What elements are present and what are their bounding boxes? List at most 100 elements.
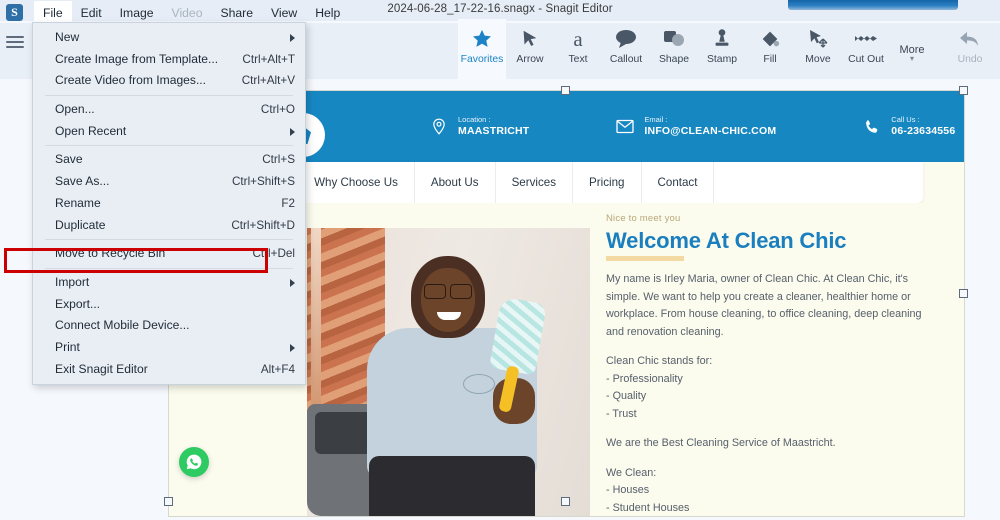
menu-item-connect-mobile-device[interactable]: Connect Mobile Device... bbox=[33, 315, 305, 337]
snagit-logo-icon: S bbox=[6, 4, 23, 21]
undo-icon bbox=[958, 25, 982, 53]
menu-item-label: Import bbox=[55, 274, 90, 289]
tool-stamp[interactable]: Stamp bbox=[698, 19, 746, 79]
chevron-down-icon: ▾ bbox=[909, 53, 914, 63]
hero-title: Welcome At Clean Chic bbox=[606, 228, 847, 253]
submenu-arrow-icon bbox=[290, 127, 295, 136]
menu-item-open-recent[interactable]: Open Recent bbox=[33, 121, 305, 143]
menu-item-create-video-from-images[interactable]: Create Video from Images... Ctrl+Alt+V bbox=[33, 70, 305, 92]
hamburger-icon[interactable] bbox=[6, 35, 24, 49]
tool-text[interactable]: a Text bbox=[554, 19, 602, 79]
cutout-icon bbox=[853, 25, 879, 53]
undo-button[interactable]: Undo bbox=[946, 19, 994, 79]
tool-shape[interactable]: Shape bbox=[650, 19, 698, 79]
callout-icon bbox=[614, 25, 638, 53]
nav-item-services[interactable]: Services bbox=[496, 162, 574, 203]
menu-share[interactable]: Share bbox=[211, 2, 262, 24]
move-icon bbox=[806, 25, 830, 53]
hero-eyebrow: Nice to meet you bbox=[606, 213, 681, 224]
selection-handle-middle-right[interactable] bbox=[959, 289, 968, 298]
menu-item-save[interactable]: Save Ctrl+S bbox=[33, 149, 305, 171]
tool-callout[interactable]: Callout bbox=[602, 19, 650, 79]
submenu-arrow-icon bbox=[290, 278, 295, 287]
more-tools-button[interactable]: More ▾ bbox=[890, 9, 934, 79]
tool-label: Text bbox=[568, 54, 588, 65]
stands-for-item: - Professionality bbox=[606, 372, 683, 385]
envelope-icon bbox=[615, 117, 635, 137]
we-clean-item: - Houses bbox=[606, 484, 650, 496]
selection-handle-bottom-center[interactable] bbox=[561, 497, 570, 506]
file-menu-dropdown: New Create Image from Template... Ctrl+A… bbox=[32, 22, 306, 386]
menu-item-create-image-from-template[interactable]: Create Image from Template... Ctrl+Alt+T bbox=[33, 49, 305, 71]
menu-item-save-as[interactable]: Save As... Ctrl+Shift+S bbox=[33, 171, 305, 193]
stands-for-item: - Trust bbox=[606, 407, 637, 420]
nav-item-contact[interactable]: Contact bbox=[642, 162, 715, 203]
menu-item-shortcut: F2 bbox=[281, 196, 295, 210]
tool-label: Arrow bbox=[516, 54, 544, 65]
site-contact-row: Location : MAASTRICHT Email : INFO@CLEAN… bbox=[429, 115, 955, 138]
menu-item-duplicate[interactable]: Duplicate Ctrl+Shift+D bbox=[33, 215, 305, 237]
tool-arrow[interactable]: Arrow bbox=[506, 19, 554, 79]
menu-item-label: Create Image from Template... bbox=[55, 51, 219, 66]
menu-item-shortcut: Ctrl+Alt+T bbox=[242, 52, 295, 66]
contact-location: Location : MAASTRICHT bbox=[429, 115, 529, 138]
contact-phone: Call Us : 06-23634556 bbox=[862, 115, 955, 138]
menu-item-open[interactable]: Open... Ctrl+O bbox=[33, 99, 305, 121]
nav-item-why-choose-us[interactable]: Why Choose Us bbox=[298, 162, 415, 203]
tool-label: Move bbox=[805, 54, 831, 65]
whatsapp-icon[interactable] bbox=[179, 447, 209, 477]
contact-key: Location : bbox=[458, 115, 491, 124]
tool-label: Undo bbox=[957, 54, 983, 65]
menu-item-rename[interactable]: Rename F2 bbox=[33, 193, 305, 215]
menu-item-shortcut: Ctrl+Shift+S bbox=[231, 175, 295, 189]
tool-label: Stamp bbox=[706, 54, 738, 65]
nav-item-pricing[interactable]: Pricing bbox=[573, 162, 642, 203]
contact-value: 06-23634556 bbox=[891, 125, 956, 137]
menu-view[interactable]: View bbox=[262, 2, 306, 24]
tool-label: Favorites bbox=[460, 54, 504, 65]
contact-value: MAASTRICHT bbox=[458, 125, 530, 137]
menu-help[interactable]: Help bbox=[306, 2, 349, 24]
we-clean-block: We Clean: - Houses - Student Houses - Of… bbox=[606, 465, 936, 517]
tool-favorites[interactable]: Favorites bbox=[458, 19, 506, 79]
text-icon: a bbox=[573, 26, 583, 51]
stands-for-item: - Quality bbox=[606, 390, 647, 402]
menu-item-import[interactable]: Import bbox=[33, 272, 305, 294]
stands-for-block: Clean Chic stands for: - Professionality… bbox=[606, 353, 936, 423]
menu-edit[interactable]: Edit bbox=[72, 2, 111, 24]
menu-item-label: Open Recent bbox=[55, 123, 127, 138]
best-service-line: We are the Best Cleaning Service of Maas… bbox=[606, 437, 836, 449]
contact-key: Email : bbox=[644, 115, 668, 124]
tool-label: Shape bbox=[658, 54, 690, 65]
contact-email: Email : INFO@CLEAN-CHIC.COM bbox=[615, 115, 776, 138]
contact-key: Call Us : bbox=[891, 115, 920, 124]
hero-text: Nice to meet you Welcome At Clean Chic M… bbox=[606, 213, 936, 517]
nav-item-about-us[interactable]: About Us bbox=[415, 162, 496, 203]
menu-item-label: Exit Snagit Editor bbox=[55, 361, 148, 376]
menu-item-print[interactable]: Print bbox=[33, 337, 305, 359]
fill-icon bbox=[759, 25, 781, 53]
selection-handle-bottom-left[interactable] bbox=[164, 497, 173, 506]
redo-button[interactable]: Redo bbox=[994, 19, 1000, 79]
menu-separator bbox=[45, 95, 293, 97]
menu-item-export[interactable]: Export... bbox=[33, 294, 305, 316]
we-clean-item: - Student Houses bbox=[606, 501, 690, 514]
tool-label: Fill bbox=[763, 54, 777, 65]
menu-image[interactable]: Image bbox=[111, 2, 163, 24]
menu-item-new[interactable]: New bbox=[33, 27, 305, 49]
tool-fill[interactable]: Fill bbox=[746, 19, 794, 79]
selection-handle-top-center[interactable] bbox=[561, 86, 570, 95]
tool-cutout[interactable]: Cut Out bbox=[842, 19, 890, 79]
shape-icon bbox=[662, 25, 686, 53]
phone-icon bbox=[862, 117, 882, 137]
menu-item-shortcut: Ctrl+O bbox=[260, 103, 295, 117]
tool-move[interactable]: Move bbox=[794, 19, 842, 79]
selection-handle-top-right[interactable] bbox=[959, 86, 968, 95]
menu-item-label: Save As... bbox=[55, 174, 110, 189]
arrow-icon bbox=[519, 25, 541, 53]
menu-item-label: Open... bbox=[55, 102, 95, 117]
tool-group: Favorites Arrow a Text Callout Shape Sta… bbox=[458, 19, 1000, 79]
submenu-arrow-icon bbox=[290, 343, 295, 352]
menu-item-exit-snagit-editor[interactable]: Exit Snagit Editor Alt+F4 bbox=[33, 359, 305, 381]
tool-label: Cut Out bbox=[848, 54, 884, 65]
